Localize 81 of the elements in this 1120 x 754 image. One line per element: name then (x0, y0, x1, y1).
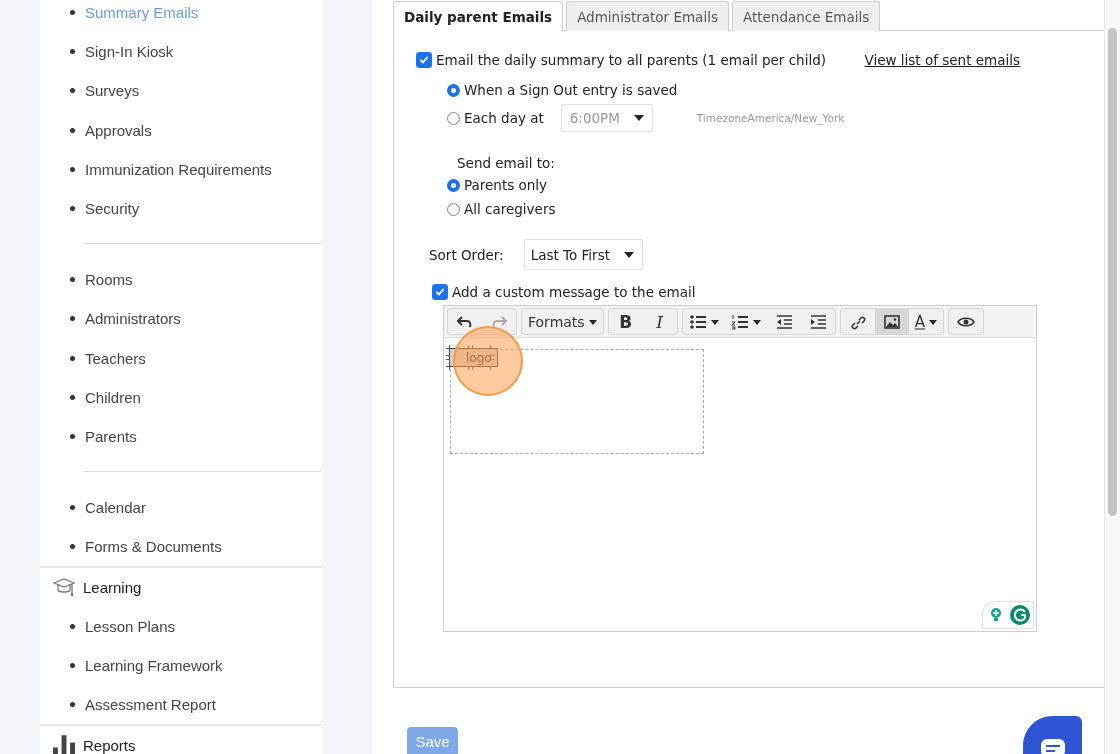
radio-button[interactable] (447, 111, 460, 125)
radio-label: When a Sign Out entry is saved (464, 82, 678, 98)
resize-handles-icon (446, 345, 494, 370)
checkmark-icon (419, 55, 429, 65)
link-icon (848, 314, 867, 330)
bullet-icon (70, 277, 75, 283)
sidebar-link[interactable]: Approvals (85, 121, 152, 139)
sidebar-link[interactable]: Children (85, 388, 141, 406)
image-button[interactable] (874, 309, 909, 335)
scrollbar-thumb[interactable] (1108, 28, 1117, 516)
sidebar-link[interactable]: Rooms (85, 271, 133, 289)
sidebar-link[interactable]: Immunization Requirements (85, 160, 272, 178)
bullet-icon (70, 623, 75, 629)
sent-emails-link[interactable]: View list of sent emails (864, 52, 1020, 68)
bullet-icon (70, 505, 75, 511)
checkbox-label: Email the daily summary to all parents (1 email per child) (436, 52, 826, 68)
sidebar-link[interactable]: Forms & Documents (85, 538, 222, 556)
rich-text-editor[interactable]: Formats B I A logo (443, 305, 1037, 632)
sidebar-link[interactable]: Administrators (85, 310, 181, 328)
bullet-list-icon (688, 314, 707, 330)
bar-chart-icon (53, 735, 75, 754)
image-icon (882, 314, 901, 330)
bullet-icon (70, 166, 75, 172)
bullet-icon (70, 206, 75, 212)
sidebar-link[interactable]: Teachers (85, 349, 146, 367)
timezone-label: TimezoneAmerica/New_York (696, 112, 845, 124)
tab[interactable]: Attendance Emails (731, 1, 881, 31)
bullet-icon (70, 433, 75, 439)
field-label: Sort Order: (429, 246, 504, 263)
caret-icon (752, 319, 761, 325)
bullet-icon (70, 316, 75, 322)
text-color-button[interactable]: A (908, 309, 943, 335)
bullet-icon (70, 88, 75, 94)
bullet-icon (70, 544, 75, 550)
sort-order-dropdown[interactable]: Last To First (523, 239, 643, 270)
formats-dropdown[interactable]: Formats (522, 309, 603, 335)
sidebar-link[interactable]: Surveys (85, 82, 140, 100)
italic-button[interactable]: I (642, 309, 677, 335)
tab[interactable]: Daily parent Emails (393, 1, 564, 32)
sidebar-link[interactable]: Learning Framework (85, 656, 223, 674)
caret-icon (710, 319, 719, 325)
caret-icon (928, 319, 937, 325)
sidebar-link[interactable]: Security (85, 200, 140, 218)
tab[interactable]: Administrator Emails (566, 1, 729, 31)
radio-label: All caregivers (464, 201, 556, 217)
radio-button[interactable] (447, 83, 460, 97)
numbered-list-icon (730, 314, 749, 330)
sidebar-link[interactable]: Sign-In Kiosk (85, 43, 174, 61)
bullet-icon (70, 701, 75, 707)
caret-icon (588, 319, 597, 325)
sidebar-link[interactable]: Parents (85, 427, 137, 445)
checkbox-label: Add a custom message to the email (452, 284, 696, 300)
undo-icon (456, 314, 474, 330)
sidebar-link[interactable]: Assessment Report (85, 695, 216, 713)
indent-icon (808, 314, 827, 330)
click-highlight (453, 326, 523, 396)
radio-button[interactable] (447, 202, 460, 216)
sidebar-link[interactable]: Lesson Plans (85, 617, 176, 635)
bullet-icon (70, 355, 75, 361)
bullet-icon (70, 10, 75, 16)
bullet-icon (70, 127, 75, 133)
chat-icon[interactable] (1023, 716, 1082, 754)
sidebar-link[interactable]: Calendar (85, 499, 146, 517)
grammarly-icon (982, 601, 1034, 629)
radio-label: Parents only (464, 177, 548, 193)
caret-icon (633, 115, 644, 121)
caret-icon (623, 251, 634, 258)
bullet-icon (70, 662, 75, 668)
checkmark-icon (435, 287, 445, 297)
sidebar-section-heading[interactable]: Reports (83, 736, 136, 754)
bullet-icon (70, 394, 75, 400)
radio-button[interactable] (447, 178, 460, 192)
sidebar-section-heading[interactable]: Learning (83, 578, 142, 596)
outdent-icon (774, 314, 793, 330)
checkbox[interactable] (432, 284, 448, 300)
bold-button[interactable]: B (608, 309, 643, 335)
section-label: Send email to: (457, 155, 556, 171)
checkbox[interactable] (416, 52, 432, 68)
graduation-cap-icon (53, 577, 75, 598)
bullet-icon (70, 49, 75, 55)
radio-label: Each day at (464, 110, 544, 126)
